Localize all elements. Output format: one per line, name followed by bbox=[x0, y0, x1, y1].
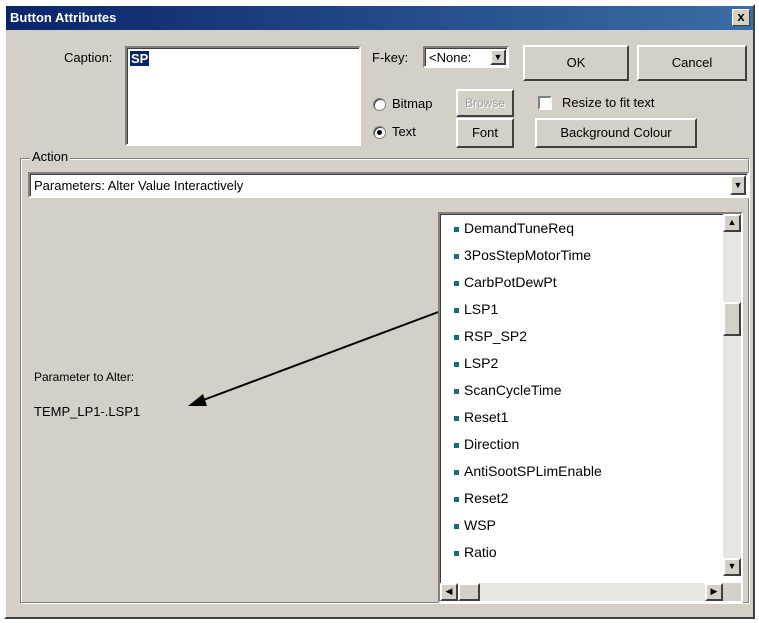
list-item-label: AntiSootSPLimEnable bbox=[464, 463, 602, 479]
bullet-icon bbox=[454, 281, 459, 286]
arrow-right-icon: ▶ bbox=[710, 586, 718, 596]
list-item[interactable]: LSP1 bbox=[454, 301, 499, 317]
list-item-label: Direction bbox=[464, 436, 520, 452]
arrow-left-icon: ◀ bbox=[445, 586, 453, 596]
bullet-icon bbox=[454, 551, 459, 556]
bullet-icon bbox=[454, 443, 459, 448]
scroll-left-button[interactable]: ◀ bbox=[440, 583, 458, 601]
bullet-icon bbox=[454, 470, 459, 475]
bullet-icon bbox=[454, 308, 459, 313]
list-item[interactable]: LSP2 bbox=[454, 355, 499, 371]
list-item[interactable]: RSP_SP2 bbox=[454, 328, 528, 344]
list-item-label: Reset2 bbox=[464, 490, 509, 506]
bullet-icon bbox=[454, 362, 459, 367]
list-item[interactable]: Direction bbox=[454, 436, 520, 452]
list-item-label: 3PosStepMotorTime bbox=[464, 247, 592, 263]
list-item[interactable]: DemandTuneReq bbox=[454, 220, 574, 236]
scroll-up-button[interactable]: ▲ bbox=[723, 214, 741, 232]
bullet-icon bbox=[454, 389, 459, 394]
list-item-label: Ratio bbox=[464, 544, 497, 560]
bullet-icon bbox=[454, 335, 459, 340]
list-item-label: DemandTuneReq bbox=[464, 220, 574, 236]
list-item[interactable]: CarbPotDewPt bbox=[454, 274, 557, 290]
list-item[interactable]: Reset2 bbox=[454, 490, 509, 506]
arrow-down-icon: ▼ bbox=[727, 561, 737, 571]
list-item-label: RSP_SP2 bbox=[464, 328, 528, 344]
button-attributes-dialog: Button Attributes x Caption: SP F-key: <… bbox=[4, 4, 755, 619]
bullet-icon bbox=[454, 416, 459, 421]
scroll-right-button[interactable]: ▶ bbox=[705, 583, 723, 601]
parameter-list[interactable]: DemandTuneReq 3PosStepMotorTime CarbPotDew… bbox=[438, 212, 743, 603]
hscroll-thumb[interactable] bbox=[458, 583, 480, 601]
list-item[interactable]: 3PosStepMotorTime bbox=[454, 247, 592, 263]
vertical-scrollbar[interactable]: ▲ ▼ bbox=[723, 214, 741, 576]
bullet-icon bbox=[454, 524, 459, 529]
arrow-up-icon: ▲ bbox=[727, 217, 737, 227]
scroll-thumb[interactable] bbox=[723, 302, 741, 336]
list-item-label: LSP1 bbox=[464, 301, 499, 317]
scrollbar-corner bbox=[723, 583, 741, 601]
bullet-icon bbox=[454, 227, 459, 232]
list-item-label: WSP bbox=[464, 517, 496, 533]
arrow-head bbox=[188, 394, 207, 406]
list-item[interactable]: AntiSootSPLimEnable bbox=[454, 463, 602, 479]
arrow-line bbox=[197, 310, 442, 403]
list-item[interactable]: ScanCycleTime bbox=[454, 382, 562, 398]
bullet-icon bbox=[454, 254, 459, 259]
list-item-label: CarbPotDewPt bbox=[464, 274, 557, 290]
list-item-label: LSP2 bbox=[464, 355, 499, 371]
list-item[interactable]: WSP bbox=[454, 517, 496, 533]
horizontal-scrollbar[interactable]: ◀ ▶ bbox=[440, 583, 723, 601]
bullet-icon bbox=[454, 497, 459, 502]
scroll-down-button[interactable]: ▼ bbox=[723, 558, 741, 576]
list-item-label: ScanCycleTime bbox=[464, 382, 562, 398]
list-item-label: Reset1 bbox=[464, 409, 509, 425]
list-item[interactable]: Ratio bbox=[454, 544, 497, 560]
list-item[interactable]: Reset1 bbox=[454, 409, 509, 425]
